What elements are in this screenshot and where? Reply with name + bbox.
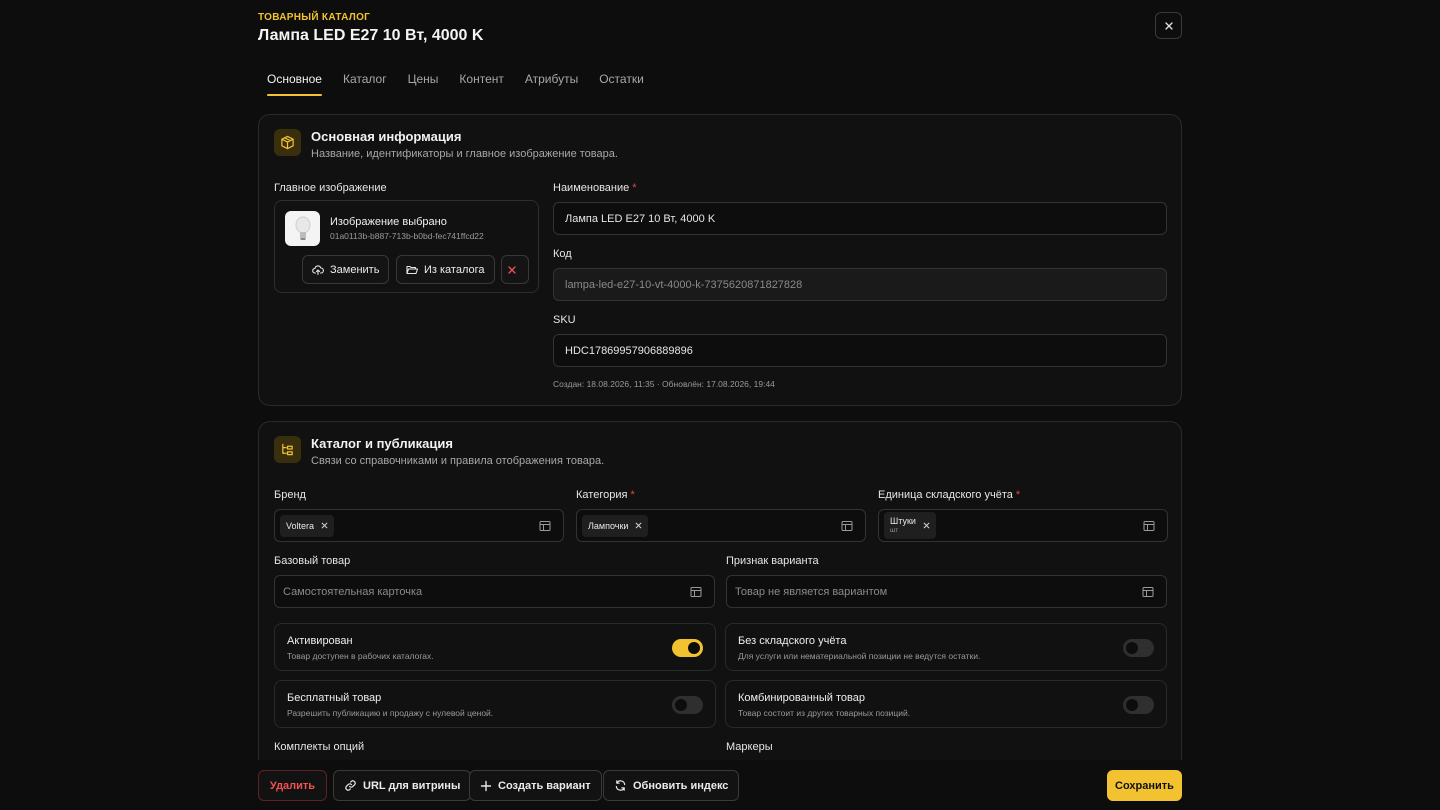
sku-field[interactable]: HDC17869957906889896	[553, 334, 1167, 367]
name-label: Наименование *	[553, 182, 637, 194]
replace-label: Заменить	[330, 263, 380, 276]
tab-catalog[interactable]: Каталог	[334, 68, 397, 96]
close-icon	[508, 265, 516, 274]
tab-stock[interactable]: Остатки	[590, 68, 654, 96]
tab-content[interactable]: Контент	[450, 68, 513, 96]
page-title: Лампа LED E27 10 Вт, 4000 K	[258, 27, 484, 44]
toggle-combined: Комбинированный товар Товар состоит из д…	[725, 680, 1167, 728]
unit-chip: Штуки шт	[884, 512, 936, 539]
sku-label: SKU	[553, 314, 576, 326]
brand-label: Бренд	[274, 489, 306, 501]
section-title: Каталог и публикация	[311, 436, 453, 451]
tree-icon	[274, 436, 301, 463]
bulb-icon	[295, 216, 310, 240]
remove-image-button[interactable]	[501, 255, 529, 284]
category-label: Категория *	[576, 489, 635, 501]
code-field[interactable]: lampa-led-e27-10-vt-4000-k-7375620871827…	[553, 268, 1167, 301]
tab-basic[interactable]: Основное	[258, 68, 332, 96]
table-picker-icon[interactable]	[539, 520, 551, 532]
tab-prices[interactable]: Цены	[399, 68, 449, 96]
remove-chip-icon[interactable]	[635, 522, 642, 529]
base-product-label: Базовый товар	[274, 555, 351, 567]
no-stock-switch[interactable]	[1123, 639, 1154, 657]
unit-label: Единица складского учёта *	[878, 489, 1021, 501]
basic-info-card: Основная информация Название, идентифика…	[258, 114, 1182, 406]
free-switch[interactable]	[672, 696, 703, 714]
base-product-select[interactable]: Самостоятельная карточка	[274, 575, 715, 608]
close-icon	[1164, 21, 1173, 30]
replace-image-button[interactable]: Заменить	[302, 255, 390, 284]
toggle-active: Активирован Товар доступен в рабочих кат…	[274, 623, 716, 671]
options-label: Комплекты опций	[274, 741, 365, 753]
catalog-card: Каталог и публикация Связи со справочник…	[258, 421, 1182, 781]
timestamps: Создан: 18.08.2026, 11:35 · Обновлён: 17…	[553, 379, 775, 389]
variant-select[interactable]: Товар не является вариантом	[726, 575, 1167, 608]
reindex-button[interactable]: Обновить индекс	[603, 770, 740, 801]
link-icon	[345, 780, 356, 791]
from-catalog-label: Из каталога	[424, 263, 485, 276]
brand-chip: Voltera	[280, 514, 335, 537]
category-chip: Лампочки	[582, 514, 649, 537]
cloud-upload-icon	[312, 264, 324, 275]
refresh-icon	[615, 780, 626, 791]
delete-button[interactable]: Удалить	[258, 770, 327, 801]
name-field[interactable]: Лампа LED E27 10 Вт, 4000 K	[553, 202, 1167, 235]
brand-select[interactable]: Voltera	[274, 509, 564, 542]
section-title: Основная информация	[311, 129, 462, 144]
tab-attributes[interactable]: Атрибуты	[516, 68, 588, 96]
image-name: Изображение выбрано	[330, 216, 447, 228]
from-catalog-button[interactable]: Из каталога	[396, 255, 495, 284]
table-picker-icon[interactable]	[690, 586, 702, 598]
section-subtitle: Название, идентификаторы и главное изобр…	[311, 148, 618, 160]
product-thumbnail[interactable]	[285, 211, 320, 246]
folder-open-icon	[406, 265, 418, 274]
create-variant-button[interactable]: Создать вариант	[469, 770, 602, 801]
toggle-no-stock: Без складского учёта Для услуги или нема…	[725, 623, 1167, 671]
unit-select[interactable]: Штуки шт	[878, 509, 1168, 542]
save-button[interactable]: Сохранить	[1107, 770, 1182, 801]
remove-chip-icon[interactable]	[923, 522, 930, 529]
image-id: 01a0113b-b887-713b-b0bd-fec741ffcd22	[330, 231, 484, 241]
remove-chip-icon[interactable]	[321, 522, 328, 529]
plus-icon	[480, 780, 492, 791]
code-label: Код	[553, 248, 572, 260]
toggle-free: Бесплатный товар Разрешить публикацию и …	[274, 680, 716, 728]
main-image-label: Главное изображение	[274, 182, 387, 194]
active-switch[interactable]	[672, 639, 703, 657]
section-subtitle: Связи со справочниками и правила отображ…	[311, 455, 605, 467]
category-select[interactable]: Лампочки	[576, 509, 866, 542]
markers-label: Маркеры	[726, 741, 773, 753]
main-image-box: Изображение выбрано 01a0113b-b887-713b-b…	[274, 200, 539, 293]
table-picker-icon[interactable]	[1143, 520, 1155, 532]
variant-label: Признак варианта	[726, 555, 819, 567]
box-icon	[274, 129, 301, 156]
storefront-url-button[interactable]: URL для витрины	[333, 770, 472, 801]
table-picker-icon[interactable]	[841, 520, 853, 532]
table-picker-icon[interactable]	[1142, 586, 1154, 598]
tab-bar: Основное Каталог Цены Контент Атрибуты О…	[258, 68, 656, 96]
close-button[interactable]	[1155, 12, 1182, 39]
page-eyebrow: ТОВАРНЫЙ КАТАЛОГ	[258, 12, 371, 23]
combined-switch[interactable]	[1123, 696, 1154, 714]
